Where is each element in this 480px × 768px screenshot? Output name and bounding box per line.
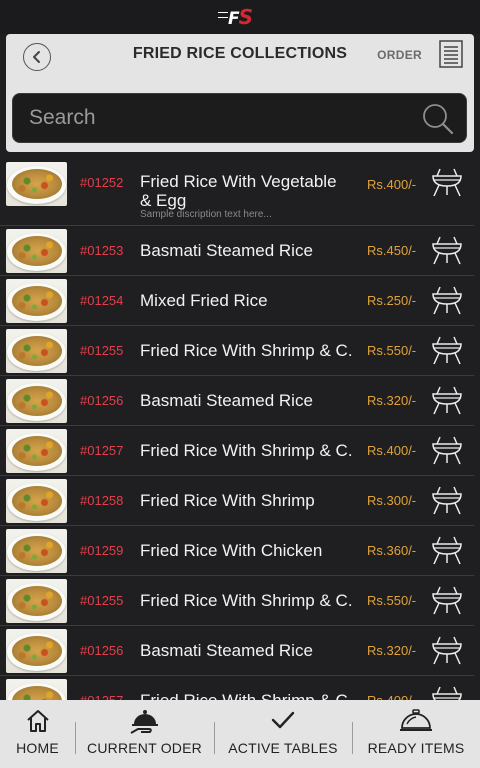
basket-icon[interactable]: [430, 284, 464, 316]
item-code: #01255: [80, 593, 124, 608]
list-item[interactable]: #01256 Basmati Steamed Rice Rs.320/-: [0, 626, 474, 676]
nav-current-order-label: CURRENT ODER: [87, 740, 202, 756]
list-item[interactable]: #01252 Fried Rice With Vegetable & Egg Sam…: [0, 160, 474, 226]
basket-icon[interactable]: [430, 234, 464, 266]
list-item[interactable]: #01258 Fried Rice With Shrimp Rs.300/-: [0, 476, 474, 526]
item-price: Rs.400/-: [367, 693, 416, 700]
basket-icon[interactable]: [430, 534, 464, 566]
item-thumbnail: [6, 279, 67, 323]
nav-active-tables-label: ACTIVE TABLES: [228, 740, 338, 756]
item-thumbnail: [6, 679, 67, 700]
basket-icon[interactable]: [430, 434, 464, 466]
menu-item-list[interactable]: #01252 Fried Rice With Vegetable & Egg Sam…: [0, 160, 480, 700]
header-panel: FRIED RICE COLLECTIONS ORDER: [6, 34, 474, 152]
bottom-navigation: HOME CURRENT ODER ACTIVE TABLES READY IT…: [0, 700, 480, 768]
basket-icon[interactable]: [430, 384, 464, 416]
item-thumbnail: [6, 329, 67, 373]
item-price: Rs.250/-: [367, 293, 417, 308]
item-code: #01253: [80, 243, 124, 258]
item-name: Fried Rice With Chicken: [140, 541, 323, 560]
basket-icon[interactable]: [430, 166, 464, 198]
item-name: Fried Rice With Shrimp & C.: [140, 341, 353, 360]
basket-icon[interactable]: [430, 334, 464, 366]
serving-hand-icon: [130, 710, 158, 734]
item-description: Sample discription text here...: [140, 209, 272, 220]
nav-current-order[interactable]: CURRENT ODER: [75, 700, 214, 768]
item-code: #01257: [80, 693, 123, 700]
nav-home-label: HOME: [16, 740, 59, 756]
nav-ready-items-label: READY ITEMS: [367, 740, 465, 756]
item-price: Rs.550/-: [367, 593, 417, 608]
basket-icon[interactable]: [430, 634, 464, 666]
item-price: Rs.550/-: [367, 343, 417, 358]
search-icon[interactable]: [422, 103, 454, 135]
item-price: Rs.360/-: [367, 543, 417, 558]
list-item[interactable]: #01256 Basmati Steamed Rice Rs.320/-: [0, 376, 474, 426]
search-input[interactable]: [29, 94, 409, 142]
nav-ready-items[interactable]: READY ITEMS: [352, 700, 480, 768]
search-box: [12, 93, 467, 143]
item-price: Rs.400/-: [367, 443, 417, 458]
nav-home[interactable]: HOME: [0, 700, 75, 768]
item-price: Rs.400/-: [367, 177, 417, 192]
item-price: Rs.300/-: [367, 493, 417, 508]
basket-icon[interactable]: [430, 484, 464, 516]
list-item[interactable]: #01255 Fried Rice With Shrimp & C. Rs.550/…: [0, 576, 474, 626]
home-icon: [26, 710, 49, 732]
item-thumbnail: [6, 629, 67, 673]
item-name: Fried Rice With Shrimp & C.: [140, 691, 353, 700]
list-item[interactable]: #01259 Fried Rice With Chicken Rs.360/-: [0, 526, 474, 576]
basket-icon[interactable]: [430, 584, 464, 616]
item-thumbnail: [6, 429, 67, 473]
item-name: Basmati Steamed Rice: [140, 241, 313, 260]
item-code: #01258: [80, 493, 124, 508]
list-item[interactable]: #01253 Basmati Steamed Rice Rs.450/-: [0, 226, 474, 276]
item-code: #01257: [80, 443, 124, 458]
item-name: Fried Rice With Vegetable & Egg: [140, 172, 337, 210]
list-item[interactable]: #01257 Fried Rice With Shrimp & C. Rs.400/…: [0, 426, 474, 476]
item-name: Fried Rice With Shrimp & C.: [140, 591, 353, 610]
order-label[interactable]: ORDER: [377, 48, 422, 62]
item-code: #01256: [80, 393, 124, 408]
item-thumbnail: [6, 379, 67, 423]
top-logo-bar: FS: [0, 0, 480, 34]
item-code: #01256: [80, 643, 124, 658]
list-item[interactable]: #01257 Fried Rice With Shrimp & C. Rs.400/…: [0, 676, 474, 700]
item-thumbnail: [6, 479, 67, 523]
item-name: Basmati Steamed Rice: [140, 641, 313, 660]
list-item[interactable]: #01254 Mixed Fried Rice Rs.250/-: [0, 276, 474, 326]
item-code: #01259: [80, 543, 124, 558]
item-code: #01252: [80, 175, 124, 190]
item-name: Fried Rice With Shrimp: [140, 491, 315, 510]
nav-active-tables[interactable]: ACTIVE TABLES: [214, 700, 352, 768]
item-name: Basmati Steamed Rice: [140, 391, 313, 410]
list-item[interactable]: #01255 Fried Rice With Shrimp & C. Rs.550/…: [0, 326, 474, 376]
item-code: #01254: [80, 293, 124, 308]
item-price: Rs.450/-: [367, 243, 417, 258]
checkmark-icon: [271, 711, 295, 729]
item-price: Rs.320/-: [367, 393, 417, 408]
basket-icon[interactable]: [430, 684, 464, 700]
item-thumbnail: [6, 529, 67, 573]
item-name: Fried Rice With Shrimp & C.: [140, 441, 353, 460]
item-code: #01255: [80, 343, 124, 358]
app-logo: FS: [217, 5, 253, 29]
item-name: Mixed Fried Rice: [140, 291, 268, 310]
item-thumbnail: [6, 579, 67, 623]
item-thumbnail: [6, 229, 67, 273]
item-thumbnail: [6, 162, 67, 206]
item-price: Rs.320/-: [367, 643, 417, 658]
receipt-icon[interactable]: [439, 40, 463, 68]
cloche-icon: [400, 709, 432, 731]
